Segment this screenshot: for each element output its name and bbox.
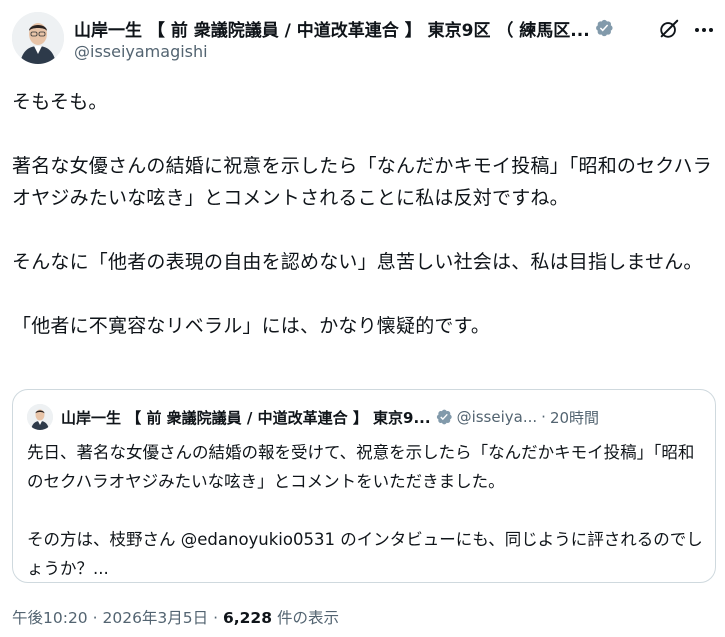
quoted-paragraph: その方は、枝野さん @edanoyukio0531 のインタビューにも、同じよう… (27, 530, 703, 578)
avatar[interactable] (12, 12, 64, 64)
views-label: 件の表示 (276, 609, 339, 627)
author-handle[interactable]: @isseiyamagishi (74, 42, 208, 61)
quoted-display-name: 山岸一生 【 前 衆議院議員 / 中道改革連合 】 東京9... (61, 408, 431, 427)
post-date[interactable]: 2026年3月5日 (102, 609, 208, 627)
grok-icon[interactable] (658, 18, 680, 40)
display-name[interactable]: 山岸一生 【 前 衆議院議員 / 中道改革連合 】 東京9区 （ 練馬区... (74, 16, 590, 41)
quoted-paragraph: 先日、著名な女優さんの結婚の報を受けて、祝意を示したら「なんだかキモイ投稿」「昭… (27, 443, 695, 491)
name-row: 山岸一生 【 前 衆議院議員 / 中道改革連合 】 東京9区 （ 練馬区... (74, 16, 674, 41)
post-paragraph: 著名な女優さんの結婚に祝意を示したら「なんだかキモイ投稿」「昭和のセクハラオヤジ… (12, 155, 712, 209)
separator-dot: · (213, 609, 219, 627)
post-paragraph: そもそも。 (12, 91, 108, 113)
post-paragraph: そんなに「他者の表現の自由を認めない」息苦しい社会は、私は目指しません。 (12, 251, 703, 273)
post: 山岸一生 【 前 衆議院議員 / 中道改革連合 】 東京9区 （ 練馬区... … (0, 0, 725, 637)
separator-dot: · (92, 609, 98, 627)
quoted-timestamp[interactable]: 20時間 (550, 407, 599, 428)
views-count: 6,228 (222, 609, 272, 627)
verified-badge-icon (595, 19, 613, 37)
profile-photo-icon (12, 12, 64, 64)
post-paragraph: 「他者に不寛容なリベラル」には、かなり懐疑的です。 (12, 315, 491, 337)
more-options-icon[interactable] (692, 18, 716, 42)
verified-badge-icon (436, 409, 452, 425)
post-meta: 午後10:20 · 2026年3月5日 · 6,228 件の表示 (12, 606, 339, 628)
quoted-text: 先日、著名な女優さんの結婚の報を受けて、祝意を示したら「なんだかキモイ投稿」「昭… (27, 438, 703, 583)
post-time[interactable]: 午後10:20 (12, 609, 88, 627)
post-header: 山岸一生 【 前 衆議院議員 / 中道改革連合 】 東京9区 （ 練馬区... … (12, 12, 722, 68)
quoted-header: 山岸一生 【 前 衆議院議員 / 中道改革連合 】 東京9... @isseiy… (61, 406, 709, 428)
quoted-avatar (27, 404, 53, 430)
quoted-handle: @isseiya... (456, 408, 538, 426)
profile-photo-icon (27, 404, 53, 430)
separator-dot: · (541, 408, 546, 426)
post-text: そもそも。 著名な女優さんの結婚に祝意を示したら「なんだかキモイ投稿」「昭和のセ… (12, 86, 720, 342)
quoted-post[interactable]: 山岸一生 【 前 衆議院議員 / 中道改革連合 】 東京9... @isseiy… (12, 389, 716, 583)
